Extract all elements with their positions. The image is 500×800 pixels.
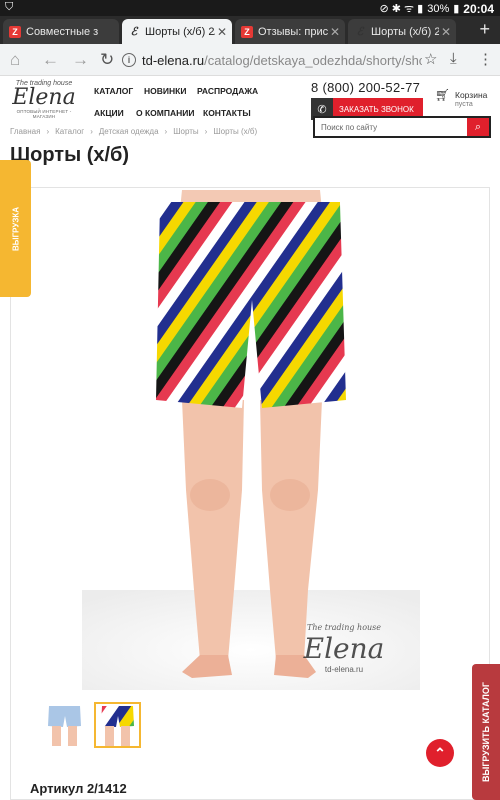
breadcrumb-catalog[interactable]: Каталог (55, 127, 84, 136)
download-catalog-tab[interactable]: ВЫГРУЗИТЬ КАТАЛОГ (472, 664, 500, 800)
forward-icon[interactable]: → (72, 50, 89, 70)
url-field[interactable]: i td-elena.ru/catalog/detskaya_odezhda/s… (122, 48, 422, 72)
home-icon[interactable]: ⌂ (10, 50, 20, 70)
site-favicon: ℰ (130, 25, 138, 38)
close-tab-icon[interactable]: ✕ (328, 25, 342, 39)
tab-title: Отзывы: прис (258, 25, 328, 38)
site-logo[interactable]: The trading house Elena ОПТОВЫЙ ИНТЕРНЕТ… (8, 80, 80, 124)
browser-tab-3[interactable]: Z Отзывы: прис ✕ (235, 19, 345, 44)
browser-tab-1[interactable]: Z Совместные з (3, 19, 119, 44)
call-button-label: ЗАКАЗАТЬ ЗВОНОК (339, 104, 414, 114)
close-tab-icon[interactable]: ✕ (439, 25, 453, 39)
info-icon[interactable]: i (122, 53, 136, 67)
logo-name: Elena (12, 85, 76, 110)
more-icon[interactable]: ⋮ (478, 50, 493, 68)
address-bar: ⌂ ← → ↻ i td-elena.ru/catalog/detskaya_o… (0, 44, 500, 76)
site-favicon: ℰ (356, 25, 364, 38)
thumbnail-1[interactable] (41, 702, 88, 748)
battery-percent: 30% (427, 2, 450, 15)
export-side-tab[interactable]: ВЫГРУЗКА (0, 160, 31, 297)
search-icon[interactable]: ⌕ (467, 118, 489, 136)
tab-title: Шорты (х/б) 2/ (145, 25, 215, 38)
url-host: td-elena.ru (142, 52, 205, 68)
clock: 20:04 (463, 1, 494, 16)
chevron-up-icon[interactable]: ⌃ (426, 739, 454, 767)
tab-title: Совместные з (26, 25, 99, 38)
watermark-subtitle: The trading house (307, 623, 381, 632)
status-bar: ⛉ ⊘ ✱ ᯤ ▮ 30% ▮ 20:04 (0, 0, 500, 16)
product-photo[interactable]: The trading house Elena td-elena.ru (82, 190, 420, 690)
cart-status: пуста (455, 101, 473, 108)
menu-item-sale[interactable]: РАСПРОДАЖА (197, 86, 258, 96)
article-number: Артикул 2/1412 (30, 781, 127, 796)
star-icon[interactable]: ☆ (424, 50, 437, 68)
battery-icon: ▮ (453, 3, 460, 15)
breadcrumb-current: Шорты (х/б) (213, 127, 258, 136)
export-side-tab-label: ВЫГРУЗКА (11, 206, 20, 251)
back-icon[interactable]: ← (42, 50, 59, 70)
notification-icons: ⊘ ✱ ᯤ ▮ (379, 3, 424, 15)
logo-tagline: ОПТОВЫЙ ИНТЕРНЕТ - МАГАЗИН (16, 109, 72, 119)
breadcrumb-shorts[interactable]: Шорты (173, 127, 198, 136)
site-favicon: Z (241, 25, 253, 38)
cart-icon: 🛒︎ (435, 88, 451, 102)
cart-label: Корзина (455, 90, 488, 100)
download-icon[interactable]: ⤓ (450, 50, 457, 67)
search-input[interactable]: Поиск по сайту (321, 123, 377, 132)
watermark-name: Elena (303, 632, 385, 665)
breadcrumb-kids[interactable]: Детская одежда (99, 127, 159, 136)
breadcrumb: Главная › Каталог › Детская одежда › Шорты › Шор… (10, 127, 258, 136)
menu-item-promo[interactable]: АКЦИИ (94, 108, 124, 118)
browser-tab-bar: Z Совместные з ℰ Шорты (х/б) 2/ ✕ Z Отзы… (0, 16, 500, 44)
tab-title: Шорты (х/б) 2/ (371, 25, 439, 38)
menu-item-catalog[interactable]: КАТАЛОГ (94, 86, 133, 96)
browser-tab-2-active[interactable]: ℰ Шорты (х/б) 2/ ✕ (122, 19, 232, 44)
watermark-url: td-elena.ru (325, 665, 363, 674)
menu-item-new[interactable]: НОВИНКИ (144, 86, 186, 96)
new-tab-icon[interactable]: + (479, 19, 490, 40)
download-catalog-label: ВЫГРУЗИТЬ КАТАЛОГ (481, 682, 491, 782)
menu-item-contacts[interactable]: КОНТАКТЫ (203, 108, 251, 118)
thumbnail-2-selected[interactable] (94, 702, 141, 748)
browser-tab-4[interactable]: ℰ Шорты (х/б) 2/ ✕ (348, 19, 456, 44)
url-path: /catalog/detskaya_odezhda/shorty/shc (204, 52, 422, 68)
breadcrumb-home[interactable]: Главная (10, 127, 40, 136)
shield-icon: ⛉ (5, 1, 14, 13)
phone-number[interactable]: 8 (800) 200-52-77 (311, 80, 420, 95)
reload-icon[interactable]: ↻ (100, 50, 114, 70)
close-tab-icon[interactable]: ✕ (215, 25, 229, 39)
site-favicon: Z (9, 25, 21, 38)
search-box[interactable]: Поиск по сайту ⌕ (313, 116, 491, 138)
menu-item-about[interactable]: О КОМПАНИИ (136, 108, 194, 118)
